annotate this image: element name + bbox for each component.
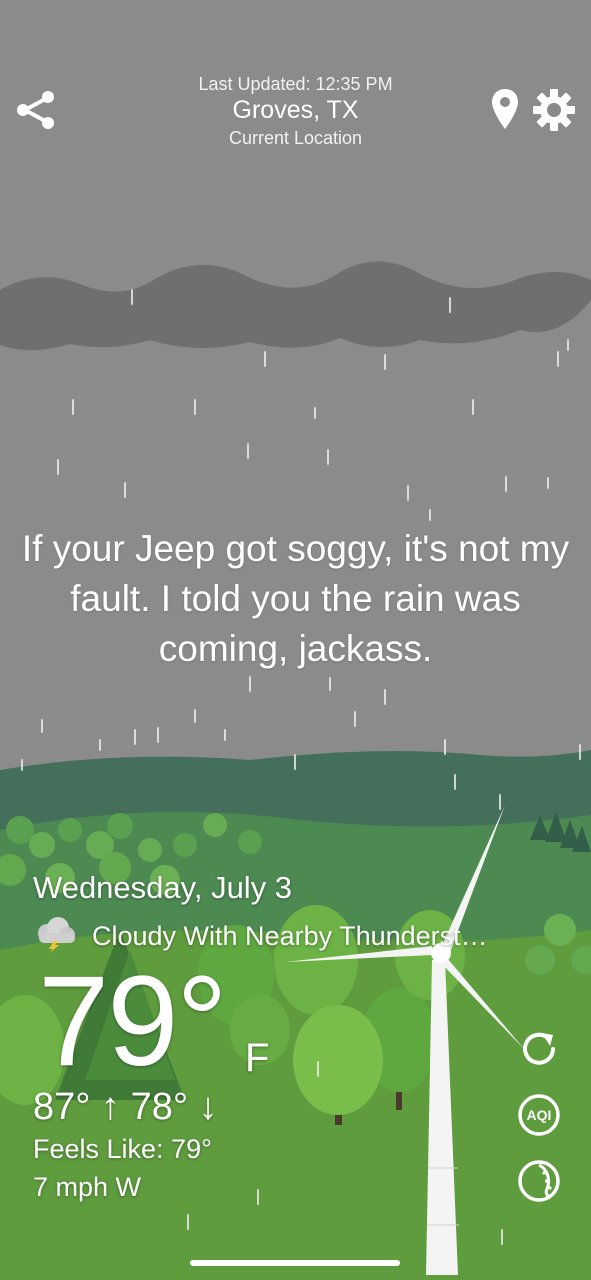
aqi-icon[interactable]: AQI [516, 1092, 562, 1138]
feels-like: Feels Like: 79° [33, 1134, 212, 1164]
aqi-label: AQI [527, 1107, 552, 1123]
condition-text: Cloudy With Nearby Thunderst… [92, 920, 488, 951]
map-pin-icon[interactable] [488, 86, 522, 132]
refresh-icon[interactable] [516, 1026, 562, 1072]
home-indicator[interactable] [190, 1260, 400, 1266]
high-low-temps: 87° ↑ 78° ↓ [33, 1086, 218, 1128]
radar-icon[interactable] [516, 1158, 562, 1204]
weather-message: If your Jeep got soggy, it's not my faul… [21, 528, 570, 669]
current-temperature: 79° [38, 950, 228, 1093]
temperature-unit[interactable]: F [245, 1036, 269, 1081]
share-icon[interactable] [14, 88, 58, 132]
forecast-date: Wednesday, July 3 [33, 870, 293, 905]
gear-icon[interactable] [532, 88, 576, 132]
wind-speed: 7 mph W [33, 1172, 142, 1202]
